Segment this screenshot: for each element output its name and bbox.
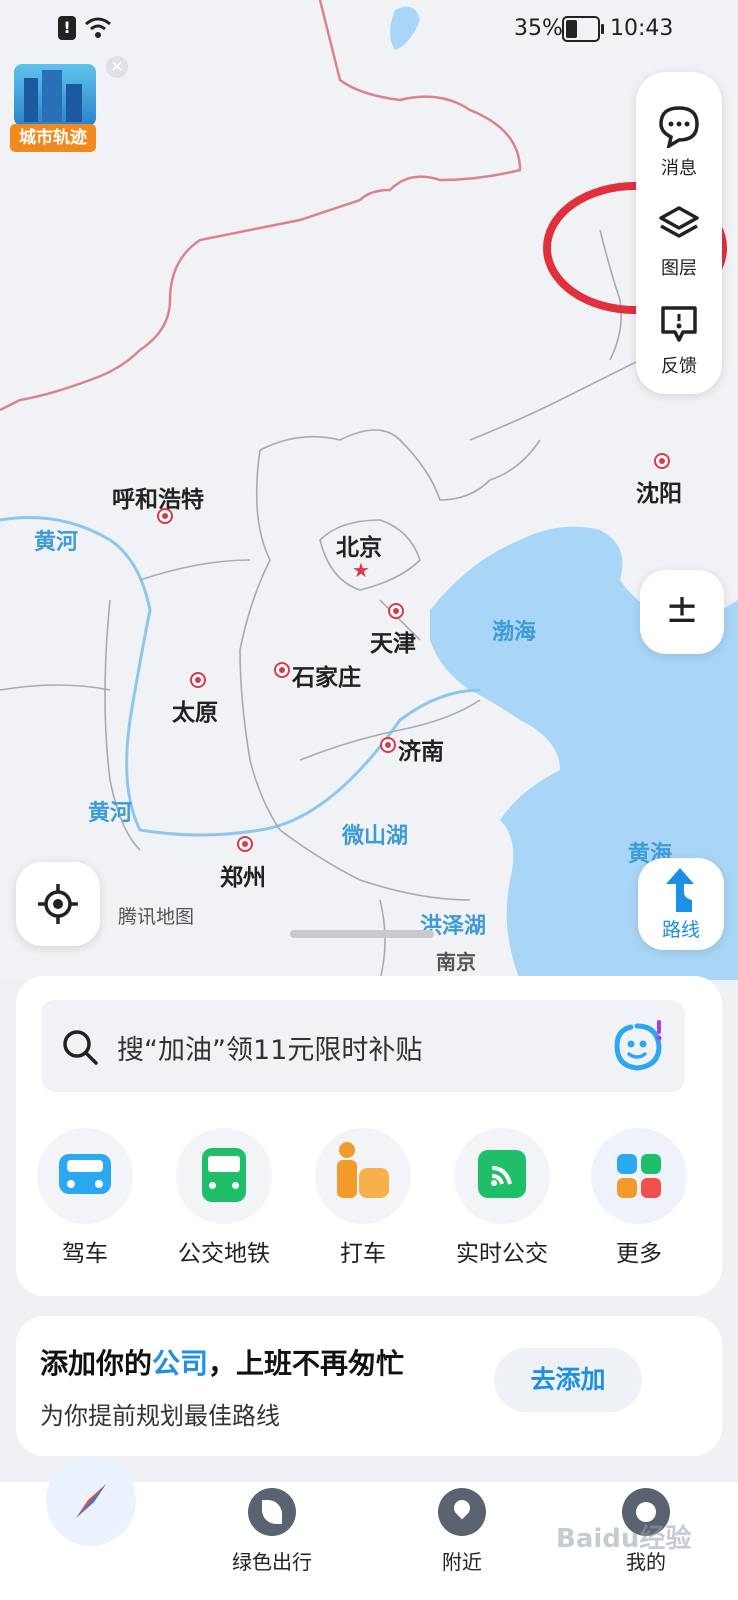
route-arrow-icon (666, 868, 694, 912)
promo-subtitle: 为你提前规划最佳路线 (40, 1402, 280, 1430)
city-label-hohhot[interactable]: 呼和浩特 (112, 480, 204, 514)
wifi-icon (85, 17, 111, 38)
city-label-beijing[interactable]: 北京 (336, 528, 382, 562)
feedback-icon (661, 306, 697, 342)
bus-icon (176, 1128, 272, 1224)
partial-city-label: 南京 (436, 950, 476, 974)
map-view[interactable]: 呼和浩特 北京 ★ 天津 沈阳 太原 石家庄 济南 郑州 黄河 渤海 黄河 微山… (0, 0, 738, 980)
leaf-icon (248, 1488, 296, 1536)
voice-assistant-icon[interactable] (611, 1020, 667, 1074)
search-bar[interactable]: 搜“加油”领11元限时补贴 (41, 1000, 685, 1092)
search-placeholder: 搜“加油”领11元限时补贴 (117, 1035, 423, 1066)
battery-icon (562, 16, 604, 42)
message-icon (659, 106, 699, 148)
zoom-button[interactable]: ± (640, 570, 724, 654)
battery-percent: 35% (514, 16, 563, 41)
alert-icon: ! (58, 16, 76, 40)
capital-star-icon: ★ (352, 558, 370, 582)
route-button[interactable]: 路线 (638, 858, 724, 950)
tab-label: 附近 (442, 1550, 482, 1574)
location-pin-icon (438, 1488, 486, 1536)
quick-action-realtime-bus[interactable]: 实时公交 (447, 1128, 557, 1268)
bottom-sheet: 搜“加油”领11元限时补贴 驾车 公交地铁 打车 实时公交 更多 (16, 976, 722, 1296)
realtime-bus-icon (454, 1128, 550, 1224)
city-skyline-icon (14, 64, 96, 126)
add-company-card[interactable]: 添加你的公司，上班不再匆忙 为你提前规划最佳路线 去添加 (16, 1316, 722, 1456)
route-label: 路线 (661, 919, 700, 941)
zoom-icon: ± (665, 586, 699, 632)
city-marker[interactable] (274, 662, 290, 678)
sheet-drag-handle[interactable] (290, 930, 434, 938)
tab-discover[interactable] (46, 1456, 136, 1546)
city-marker[interactable] (237, 836, 253, 852)
message-button[interactable]: 消息 (636, 90, 722, 186)
layers-button[interactable]: 图层 (636, 190, 722, 286)
clock: 10:43 (610, 16, 674, 41)
city-track-badge[interactable]: 城市轨迹 (10, 64, 98, 154)
promo-title-post: ，上班不再匆忙 (208, 1347, 405, 1380)
lake-label: 微山湖 (342, 824, 409, 849)
tab-label: 绿色出行 (232, 1550, 312, 1574)
sea-label: 渤海 (492, 620, 537, 645)
city-label-tianjin[interactable]: 天津 (370, 624, 416, 658)
quick-action-label: 公交地铁 (178, 1241, 270, 1267)
compass-icon (76, 1484, 106, 1518)
city-label-shenyang[interactable]: 沈阳 (636, 474, 682, 508)
city-marker[interactable] (654, 453, 670, 469)
city-track-label: 城市轨迹 (10, 124, 96, 152)
promo-title: 添加你的公司，上班不再匆忙 (40, 1342, 404, 1382)
taxi-icon (315, 1128, 411, 1224)
tab-nearby[interactable]: 附近 (412, 1488, 512, 1575)
quick-action-label: 更多 (616, 1241, 662, 1267)
status-bar: ! 35% 10:43 (0, 0, 738, 56)
message-label: 消息 (661, 158, 697, 179)
quick-action-label: 打车 (340, 1241, 386, 1267)
locate-button[interactable] (16, 862, 100, 946)
city-label-jinan[interactable]: 济南 (398, 732, 444, 766)
promo-title-pre: 添加你的 (40, 1347, 153, 1380)
map-side-panel: 消息 图层 反馈 (636, 72, 722, 394)
city-label-zhengzhou[interactable]: 郑州 (220, 858, 266, 892)
layers-icon (659, 206, 699, 238)
city-marker[interactable] (380, 737, 396, 753)
promo-title-highlight: 公司 (152, 1347, 209, 1380)
quick-action-taxi[interactable]: 打车 (308, 1128, 418, 1268)
city-marker[interactable] (157, 508, 173, 524)
quick-action-label: 驾车 (62, 1241, 108, 1267)
car-icon (37, 1128, 133, 1224)
quick-action-more[interactable]: 更多 (584, 1128, 694, 1268)
close-icon[interactable]: ✕ (106, 56, 128, 78)
grid-icon (591, 1128, 687, 1224)
add-company-button[interactable]: 去添加 (494, 1348, 642, 1412)
city-marker[interactable] (190, 672, 206, 688)
city-label-shijiazhuang[interactable]: 石家庄 (292, 658, 361, 692)
river-label: 黄河 (34, 530, 79, 555)
city-label-taiyuan[interactable]: 太原 (172, 693, 218, 727)
tab-green-travel[interactable]: 绿色出行 (222, 1488, 322, 1575)
river-label: 黄河 (88, 801, 133, 826)
quick-action-label: 实时公交 (456, 1241, 548, 1267)
quick-action-drive[interactable]: 驾车 (30, 1128, 140, 1268)
city-marker[interactable] (388, 603, 404, 619)
bottom-tab-bar: 绿色出行 附近 我的 Baidu经验 (0, 1456, 738, 1600)
feedback-button[interactable]: 反馈 (636, 288, 722, 384)
feedback-label: 反馈 (661, 356, 697, 377)
quick-action-transit[interactable]: 公交地铁 (169, 1128, 279, 1268)
layers-label: 图层 (661, 258, 697, 279)
crosshair-icon (38, 884, 78, 924)
watermark: Baidu经验 (556, 1524, 692, 1554)
search-icon (63, 1030, 98, 1065)
map-attribution: 腾讯地图 (118, 906, 195, 928)
